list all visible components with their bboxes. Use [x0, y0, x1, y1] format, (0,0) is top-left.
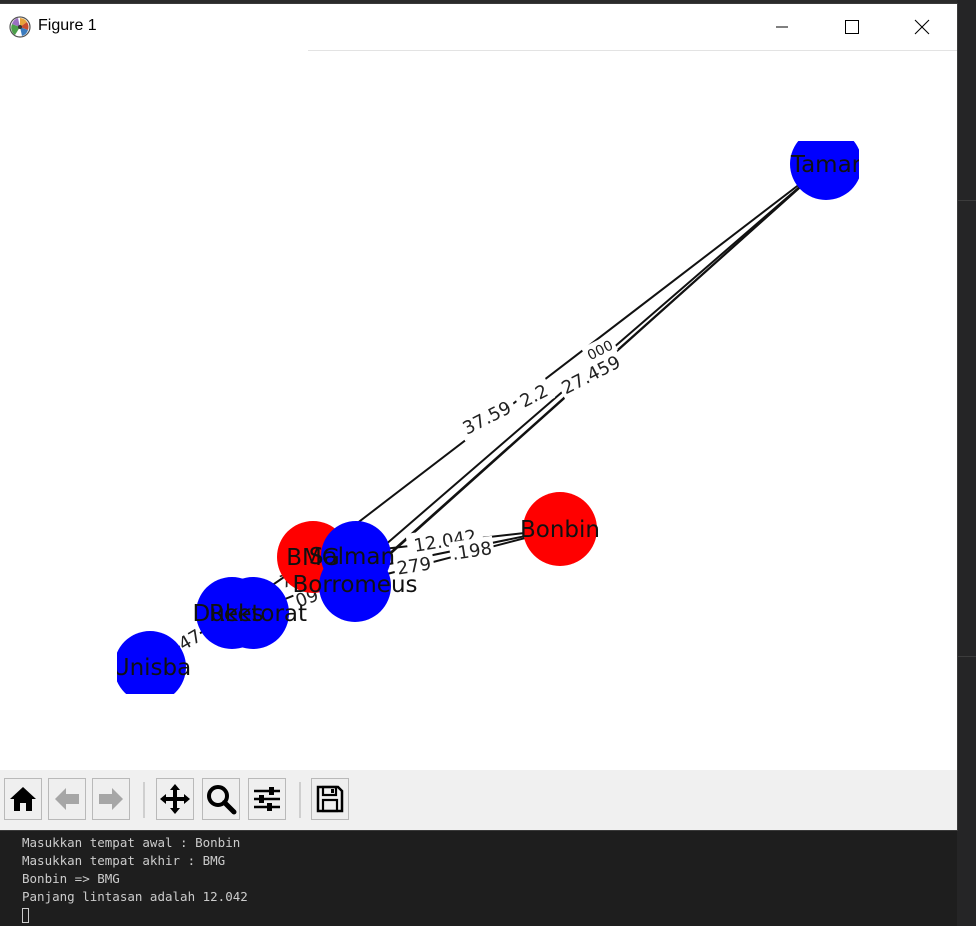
- terminal-line: Bonbin => BMG: [22, 871, 120, 886]
- background-divider: [957, 200, 976, 201]
- minimize-icon: [776, 26, 788, 28]
- terminal-line: Panjang lintasan adalah 12.042: [22, 889, 248, 904]
- maximize-button[interactable]: [817, 4, 887, 50]
- background-editor-panel: [957, 0, 976, 926]
- node-label: Unisba: [113, 655, 191, 681]
- matplotlib-logo-icon: [9, 16, 31, 38]
- close-button[interactable]: [887, 4, 957, 50]
- node-label: Dukes: [193, 601, 264, 627]
- terminal-cursor: [22, 908, 29, 923]
- title-bar[interactable]: Figure 1: [0, 4, 957, 50]
- zoom-button[interactable]: [202, 778, 240, 820]
- configure-icon: [254, 787, 280, 811]
- toolbar-separator: [299, 782, 301, 818]
- node-label: Bonbin: [520, 517, 600, 543]
- close-icon: [914, 19, 930, 35]
- navigation-toolbar: [0, 770, 957, 830]
- pan-button[interactable]: [156, 778, 194, 820]
- figure-window: Figure 1 37.59 2.2 27.459 000 12.042 279…: [0, 4, 957, 830]
- pan-icon: [160, 784, 190, 814]
- node-label: Salman: [309, 544, 395, 570]
- window-title: Figure 1: [38, 17, 97, 34]
- home-button[interactable]: [4, 778, 42, 820]
- terminal-line: Masukkan tempat awal : Bonbin: [22, 835, 241, 850]
- maximize-icon: [845, 20, 859, 34]
- node-label: Borromeus: [292, 572, 417, 598]
- forward-button[interactable]: [92, 778, 130, 820]
- forward-arrow-icon: [99, 788, 123, 810]
- terminal-cursor-line[interactable]: [22, 906, 922, 924]
- node-label: Tamar: [790, 152, 862, 178]
- background-divider: [957, 656, 976, 657]
- save-button[interactable]: [311, 778, 349, 820]
- zoom-icon: [207, 785, 237, 815]
- plot-canvas[interactable]: 37.59 2.2 27.459 000 12.042 279 .198 47 …: [0, 51, 957, 770]
- back-button[interactable]: [48, 778, 86, 820]
- home-icon: [10, 787, 36, 811]
- save-icon: [316, 785, 344, 813]
- terminal-output[interactable]: Masukkan tempat awal : Bonbin Masukkan t…: [22, 834, 922, 924]
- back-arrow-icon: [55, 788, 79, 810]
- configure-subplots-button[interactable]: [248, 778, 286, 820]
- graph-plot[interactable]: 37.59 2.2 27.459 000 12.042 279 .198 47 …: [0, 51, 957, 770]
- terminal-line: Masukkan tempat akhir : BMG: [22, 853, 226, 868]
- toolbar-separator: [143, 782, 145, 818]
- minimize-button[interactable]: [747, 4, 817, 50]
